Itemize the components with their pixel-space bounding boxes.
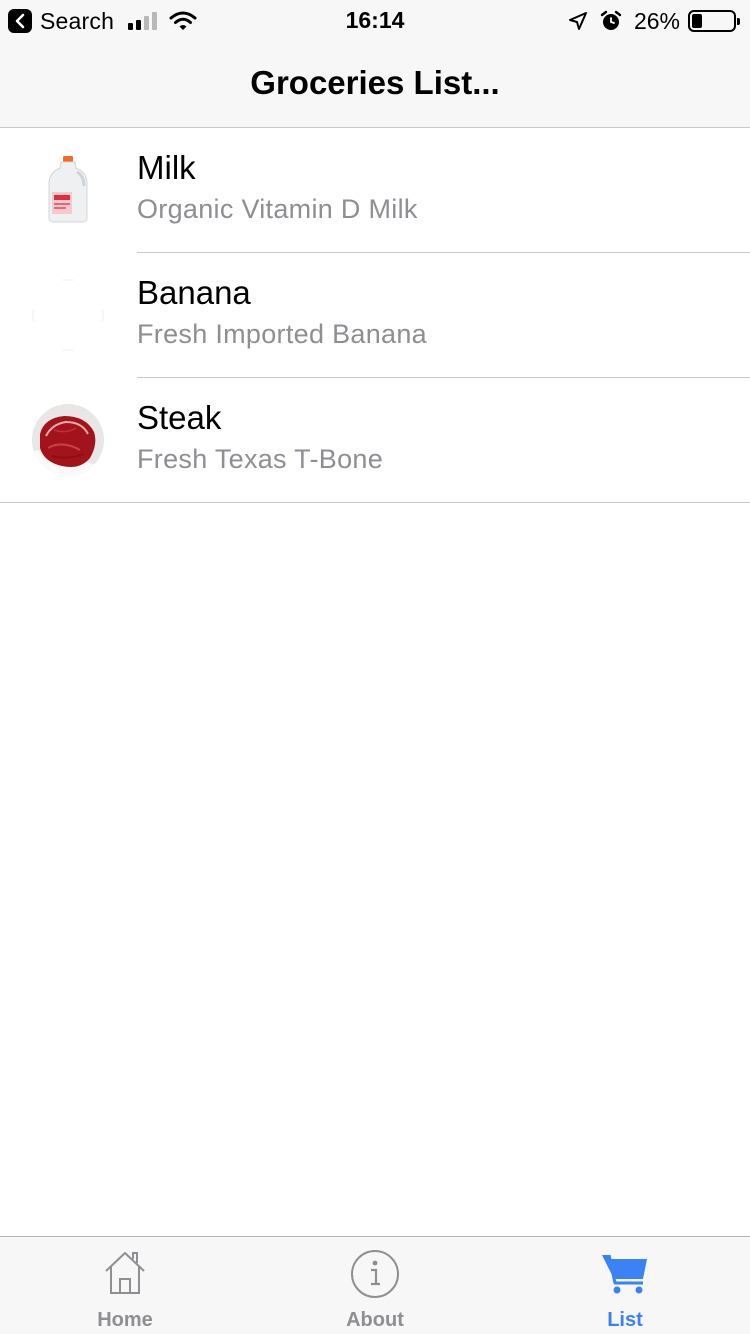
page-title: Groceries List... (250, 64, 500, 101)
milk-jug-image (32, 154, 104, 226)
item-subtitle: Fresh Texas T-Bone (137, 444, 384, 474)
house-icon (105, 1252, 145, 1294)
item-subtitle: Fresh Imported Banana (137, 319, 427, 349)
item-title: Steak (137, 399, 222, 436)
status-bar: Search 16:14 26% (0, 0, 750, 40)
list-item-milk[interactable]: Milk Organic Vitamin D Milk (0, 128, 750, 253)
navigation-bar: Groceries List... (0, 40, 750, 128)
list-item-steak[interactable]: Steak Fresh Texas T-Bone (0, 378, 750, 503)
tab-home[interactable]: Home (0, 1237, 250, 1334)
tab-about[interactable]: About (250, 1237, 500, 1334)
battery-level-fill (692, 14, 702, 28)
tab-label: List (607, 1309, 643, 1331)
alarm-clock-icon (600, 10, 622, 30)
row-separator (0, 502, 750, 503)
tab-label: Home (97, 1309, 153, 1331)
battery-percentage: 26% (633, 7, 680, 34)
item-title: Milk (137, 149, 196, 186)
info-icon (351, 1250, 399, 1298)
tab-bar: Home About List (0, 1236, 750, 1334)
steak-image (32, 404, 104, 476)
item-title: Banana (137, 274, 251, 311)
location-arrow-icon (568, 12, 587, 30)
groceries-list: Milk Organic Vitamin D Milk Banana Fresh… (0, 128, 750, 503)
battery-icon (688, 10, 740, 32)
banana-image (32, 279, 104, 351)
tab-list[interactable]: List (500, 1237, 750, 1334)
tab-label: About (346, 1309, 404, 1331)
cart-icon (602, 1254, 647, 1294)
list-item-banana[interactable]: Banana Fresh Imported Banana (0, 253, 750, 378)
item-subtitle: Organic Vitamin D Milk (137, 194, 418, 224)
